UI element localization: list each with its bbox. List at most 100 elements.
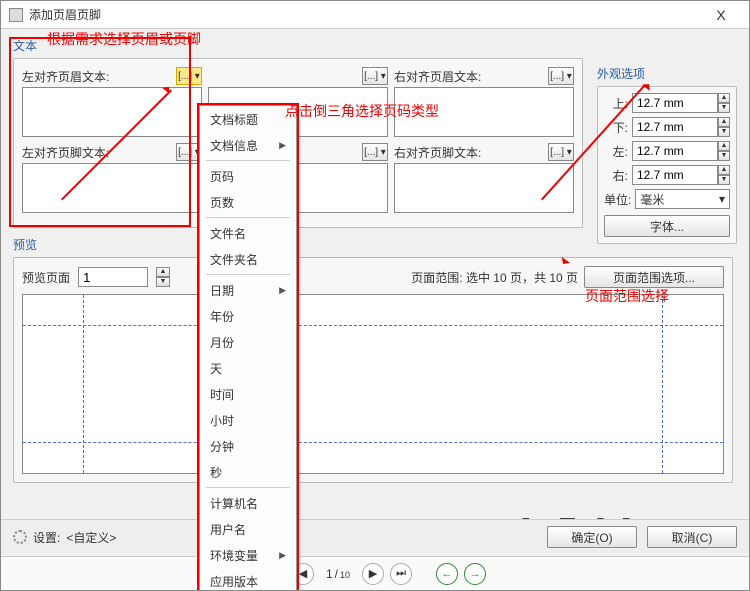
settings-label: 设置:	[33, 529, 60, 546]
center-footer-dropdown[interactable]: [...] ▾	[362, 143, 388, 161]
menu-separator	[206, 487, 290, 488]
page-range-button[interactable]: 页面范围选项...	[584, 266, 724, 288]
menu-item[interactable]: 年份	[200, 303, 296, 329]
menu-item[interactable]: 页码	[200, 163, 296, 189]
menu-item-label: 天	[210, 360, 222, 377]
preview-page-label: 预览页面	[22, 269, 70, 286]
text-section-label: 文本	[13, 37, 737, 54]
cancel-button[interactable]: 取消(C)	[647, 526, 737, 548]
center-header-dropdown[interactable]: [...] ▾	[362, 67, 388, 85]
menu-item[interactable]: 日期▶	[200, 277, 296, 303]
menu-item[interactable]: 分钟	[200, 433, 296, 459]
menu-item[interactable]: 时间	[200, 381, 296, 407]
page-indicator: 1/10	[320, 567, 356, 581]
menu-item[interactable]: 计算机名	[200, 490, 296, 516]
pager-bar: ⏮ ◀ 1/10 ▶ ⏭ ← →	[1, 556, 749, 590]
spin-down-icon[interactable]: ▼	[718, 127, 730, 137]
dialog-window: 添加页眉页脚 X 根据需求选择页眉或页脚 点击倒三角选择页码类型 页面范围选择 …	[0, 0, 750, 591]
right-header-input[interactable]	[394, 87, 574, 137]
spin-down-icon[interactable]: ▼	[718, 103, 730, 113]
spin-up-icon[interactable]: ▲	[718, 141, 730, 151]
unit-select[interactable]: 毫米▾	[635, 189, 730, 209]
submenu-arrow-icon: ▶	[279, 140, 286, 151]
menu-item[interactable]: 文档信息 ▶	[200, 132, 296, 158]
menu-item[interactable]: 月份	[200, 329, 296, 355]
chevron-down-icon: ▾	[719, 192, 725, 206]
nav-forward-button[interactable]: →	[464, 563, 486, 585]
margin-bottom-input[interactable]	[632, 117, 718, 137]
bottom-bar: 设置: <自定义> 确定(O) 取消(C)	[1, 519, 749, 554]
last-page-button[interactable]: ⏭	[390, 563, 412, 585]
menu-item-label: 秒	[210, 464, 222, 481]
unit-label: 单位:	[604, 191, 631, 208]
close-button[interactable]: X	[701, 3, 741, 27]
right-header-block: 右对齐页眉文本: [...] ▾	[394, 67, 574, 137]
next-page-button[interactable]: ▶	[362, 563, 384, 585]
menu-item-label: 环境变量	[210, 547, 258, 564]
menu-item[interactable]: 小时	[200, 407, 296, 433]
menu-item[interactable]: 文件夹名	[200, 246, 296, 272]
menu-item[interactable]: 文档标题	[200, 106, 296, 132]
titlebar: 添加页眉页脚 X	[1, 1, 749, 29]
menu-item[interactable]: 应用版本	[200, 568, 296, 591]
menu-item[interactable]: 用户名	[200, 516, 296, 542]
menu-item[interactable]: 文件名	[200, 220, 296, 246]
spin-up-icon[interactable]: ▲	[718, 165, 730, 175]
ok-button[interactable]: 确定(O)	[547, 526, 637, 548]
margin-bottom-label: 下:	[604, 119, 628, 136]
preview-canvas	[22, 294, 724, 474]
right-footer-dropdown[interactable]: [...] ▾	[548, 143, 574, 161]
appearance-label: 外观选项	[597, 65, 737, 82]
submenu-arrow-icon: ▶	[279, 550, 286, 561]
margin-left-input[interactable]	[632, 141, 718, 161]
settings-value: <自定义>	[66, 529, 116, 546]
right-footer-input[interactable]	[394, 163, 574, 213]
right-footer-block: 右对齐页脚文本: [...] ▾	[394, 143, 574, 213]
menu-item-label: 文件夹名	[210, 251, 258, 268]
menu-item-label: 文件名	[210, 225, 246, 242]
preview-page-input[interactable]	[78, 267, 148, 287]
menu-separator	[206, 274, 290, 275]
spin-down-icon[interactable]: ▼	[718, 175, 730, 185]
margin-top-input[interactable]	[632, 93, 718, 113]
spin-up-icon[interactable]: ▲	[718, 117, 730, 127]
menu-item-label: 日期	[210, 282, 234, 299]
page-range-text: 页面范围: 选中 10 页，共 10 页	[411, 269, 578, 286]
spin-up-icon[interactable]: ▲	[156, 267, 170, 277]
spin-down-icon[interactable]: ▼	[156, 277, 170, 287]
menu-item[interactable]: 环境变量 ▶	[200, 542, 296, 568]
text-group: 左对齐页眉文本: [...] ▾ [...] ▾ 右对齐页眉文本: [..	[13, 58, 583, 228]
right-header-label: 右对齐页眉文本:	[394, 68, 481, 85]
menu-item-label: 月份	[210, 334, 234, 351]
font-button[interactable]: 字体...	[604, 215, 730, 237]
spin-up-icon[interactable]: ▲	[718, 93, 730, 103]
margin-right-input[interactable]	[632, 165, 718, 185]
left-header-block: 左对齐页眉文本: [...] ▾	[22, 67, 202, 137]
right-header-dropdown[interactable]: [...] ▾	[548, 67, 574, 85]
menu-item-label: 文档信息	[210, 137, 258, 154]
insert-macro-menu[interactable]: 文档标题文档信息▶页码页数文件名文件夹名日期▶年份月份天时间小时分钟秒计算机名用…	[199, 105, 297, 591]
menu-item-label: 页码	[210, 168, 234, 185]
menu-item-label: 用户名	[210, 521, 246, 538]
left-header-dropdown[interactable]: [...] ▾	[176, 67, 202, 85]
nav-back-button[interactable]: ←	[436, 563, 458, 585]
gear-icon[interactable]	[13, 530, 27, 544]
left-footer-label: 左对齐页脚文本:	[22, 144, 109, 161]
margin-left-label: 左:	[604, 143, 628, 160]
app-icon	[9, 8, 23, 22]
right-footer-label: 右对齐页脚文本:	[394, 144, 481, 161]
left-header-label: 左对齐页眉文本:	[22, 68, 109, 85]
spin-down-icon[interactable]: ▼	[718, 151, 730, 161]
menu-item-label: 年份	[210, 308, 234, 325]
menu-item[interactable]: 页数	[200, 189, 296, 215]
preview-section: 预览 预览页面 ▲▼ 页面范围: 选中 10 页，共 10 页 页面范围选项..…	[13, 236, 737, 483]
menu-item[interactable]: 秒	[200, 459, 296, 485]
menu-item-label: 分钟	[210, 438, 234, 455]
menu-item[interactable]: 天	[200, 355, 296, 381]
menu-separator	[206, 217, 290, 218]
margin-top-label: 上:	[604, 95, 628, 112]
menu-item-label: 应用版本	[210, 573, 258, 590]
left-footer-input[interactable]	[22, 163, 202, 213]
left-footer-block: 左对齐页脚文本: [...] ▾	[22, 143, 202, 213]
left-header-input[interactable]	[22, 87, 202, 137]
